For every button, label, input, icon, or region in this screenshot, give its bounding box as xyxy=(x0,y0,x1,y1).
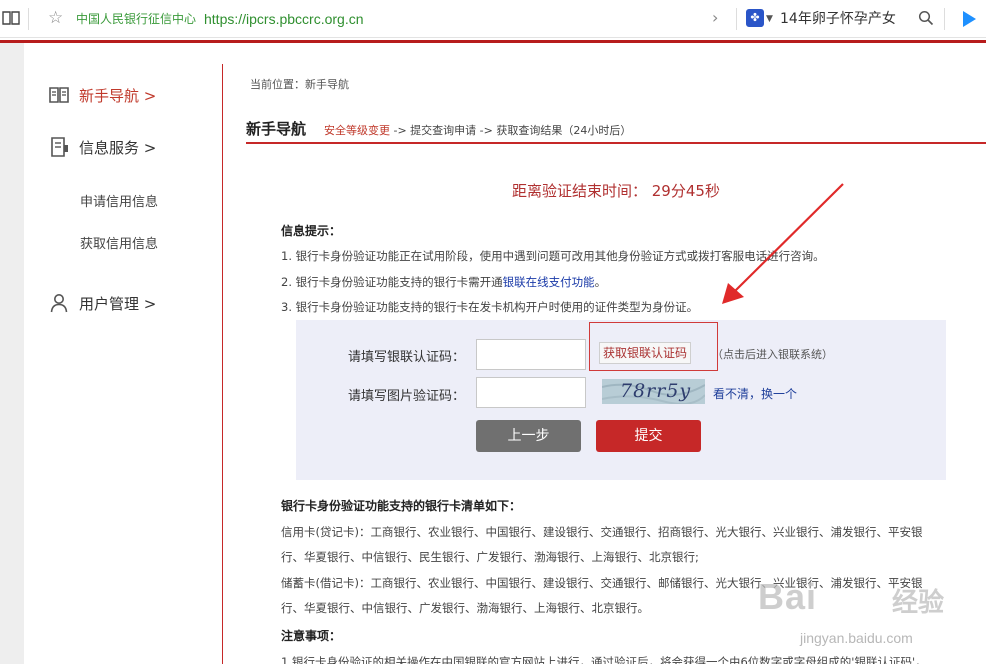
search-engine-icon[interactable]: ✤ xyxy=(746,9,764,27)
get-code-hint: （点击后进入银联系统） xyxy=(712,348,833,361)
book-icon xyxy=(49,87,69,103)
sidebar-item-label: 信息服务 > xyxy=(79,138,157,157)
back-button[interactable]: 上一步 xyxy=(476,420,581,452)
info-line-2: 2. 银行卡身份验证功能支持的银行卡需开通银联在线支付功能。 xyxy=(281,274,606,290)
debit-card-banks-line-2: 行、华夏银行、中信银行、广发银行、渤海银行、上海银行、北京银行。 xyxy=(281,601,649,615)
sidebar-item-info-service[interactable]: 信息服务 > xyxy=(48,135,156,159)
unionpay-code-input[interactable] xyxy=(476,339,586,370)
sidebar-subitem-retrieve[interactable]: 获取信用信息 xyxy=(80,233,158,252)
toolbar-divider xyxy=(736,8,737,30)
browser-toolbar: ☆ 中国人民银行征信中心 https://ipcrs.pbccrc.org.cn… xyxy=(0,0,986,38)
title-divider xyxy=(246,142,986,144)
sidebar-item-guide[interactable]: 新手导航 > xyxy=(48,83,156,107)
captcha-input[interactable] xyxy=(476,377,586,408)
refresh-captcha-link[interactable]: 看不清，换一个 xyxy=(713,385,797,402)
left-gutter xyxy=(0,43,24,664)
page-title: 新手导航 xyxy=(246,120,307,138)
info-line-3: 3. 银行卡身份验证功能支持的银行卡在发卡机构开户时使用的证件类型为身份证。 xyxy=(281,300,699,314)
watermark-logo: Bai xyxy=(758,576,818,617)
credit-card-banks-line-1: 信用卡(贷记卡)：工商银行、农业银行、中国银行、建设银行、交通银行、招商银行、光… xyxy=(281,525,923,539)
address-bar[interactable]: https://ipcrs.pbccrc.org.cn xyxy=(204,9,364,29)
current-step: 安全等级变更 xyxy=(324,124,390,137)
reading-mode-icon[interactable] xyxy=(2,9,20,27)
watermark-url: jingyan.baidu.com xyxy=(800,630,913,646)
captcha-label: 请填写图片验证码： xyxy=(348,389,466,404)
unionpay-online-link[interactable]: 银联在线支付功能 xyxy=(503,275,595,289)
breadcrumb: 当前位置：新手导航 xyxy=(250,78,349,91)
document-icon xyxy=(51,137,68,157)
bank-list-heading: 银行卡身份验证功能支持的银行卡清单如下： xyxy=(281,499,522,513)
search-icon[interactable] xyxy=(918,10,934,26)
sidebar-item-user-management[interactable]: 用户管理 > xyxy=(48,291,156,315)
chevron-down-icon[interactable]: ▼ xyxy=(766,10,773,28)
sidebar-item-label: 用户管理 > xyxy=(79,294,157,313)
search-box[interactable]: 14年卵子怀孕产女 xyxy=(780,9,896,29)
credit-card-banks-line-2: 行、华夏银行、中信银行、民生银行、广发银行、渤海银行、上海银行、北京银行; xyxy=(281,550,699,564)
process-steps: 安全等级变更 -> 提交查询申请 -> 获取查询结果（24小时后） xyxy=(324,122,631,138)
site-name: 中国人民银行征信中心 xyxy=(76,12,197,26)
bookmark-star-icon[interactable]: ☆ xyxy=(48,8,63,28)
remaining-steps: -> 提交查询申请 -> 获取查询结果（24小时后） xyxy=(390,124,632,137)
toolbar-divider xyxy=(944,8,945,30)
user-icon xyxy=(50,294,68,313)
baidu-jingyan-watermark: Bai 经验 jingyan.baidu.com xyxy=(752,572,980,662)
play-icon[interactable] xyxy=(960,9,978,29)
toolbar-divider xyxy=(28,8,29,30)
info-line-1: 1. 银行卡身份验证功能正在试用阶段，使用中遇到问题可改用其他身份验证方式或拨打… xyxy=(281,249,825,263)
notes-heading: 注意事项： xyxy=(281,629,342,643)
get-unionpay-code-button[interactable]: 获取银联认证码 xyxy=(599,342,691,364)
info-line-2-tail: 。 xyxy=(594,275,607,289)
sidebar-item-label: 新手导航 > xyxy=(79,86,157,105)
watermark-logo-cn: 经验 xyxy=(892,588,945,618)
info-heading: 信息提示： xyxy=(281,224,342,238)
captcha-text: 78rr5y xyxy=(620,380,692,402)
sidebar-divider xyxy=(222,64,223,664)
captcha-image[interactable]: 78rr5y xyxy=(602,379,705,404)
countdown-timer: 距离验证结束时间： 29分45秒 xyxy=(512,182,720,200)
sidebar-subitem-apply[interactable]: 申请信用信息 xyxy=(80,191,158,210)
unionpay-code-label: 请填写银联认证码： xyxy=(348,350,466,365)
submit-button[interactable]: 提交 xyxy=(596,420,701,452)
info-line-2-text: 2. 银行卡身份验证功能支持的银行卡需开通 xyxy=(281,275,503,289)
chevron-right-icon[interactable]: › xyxy=(712,8,718,28)
